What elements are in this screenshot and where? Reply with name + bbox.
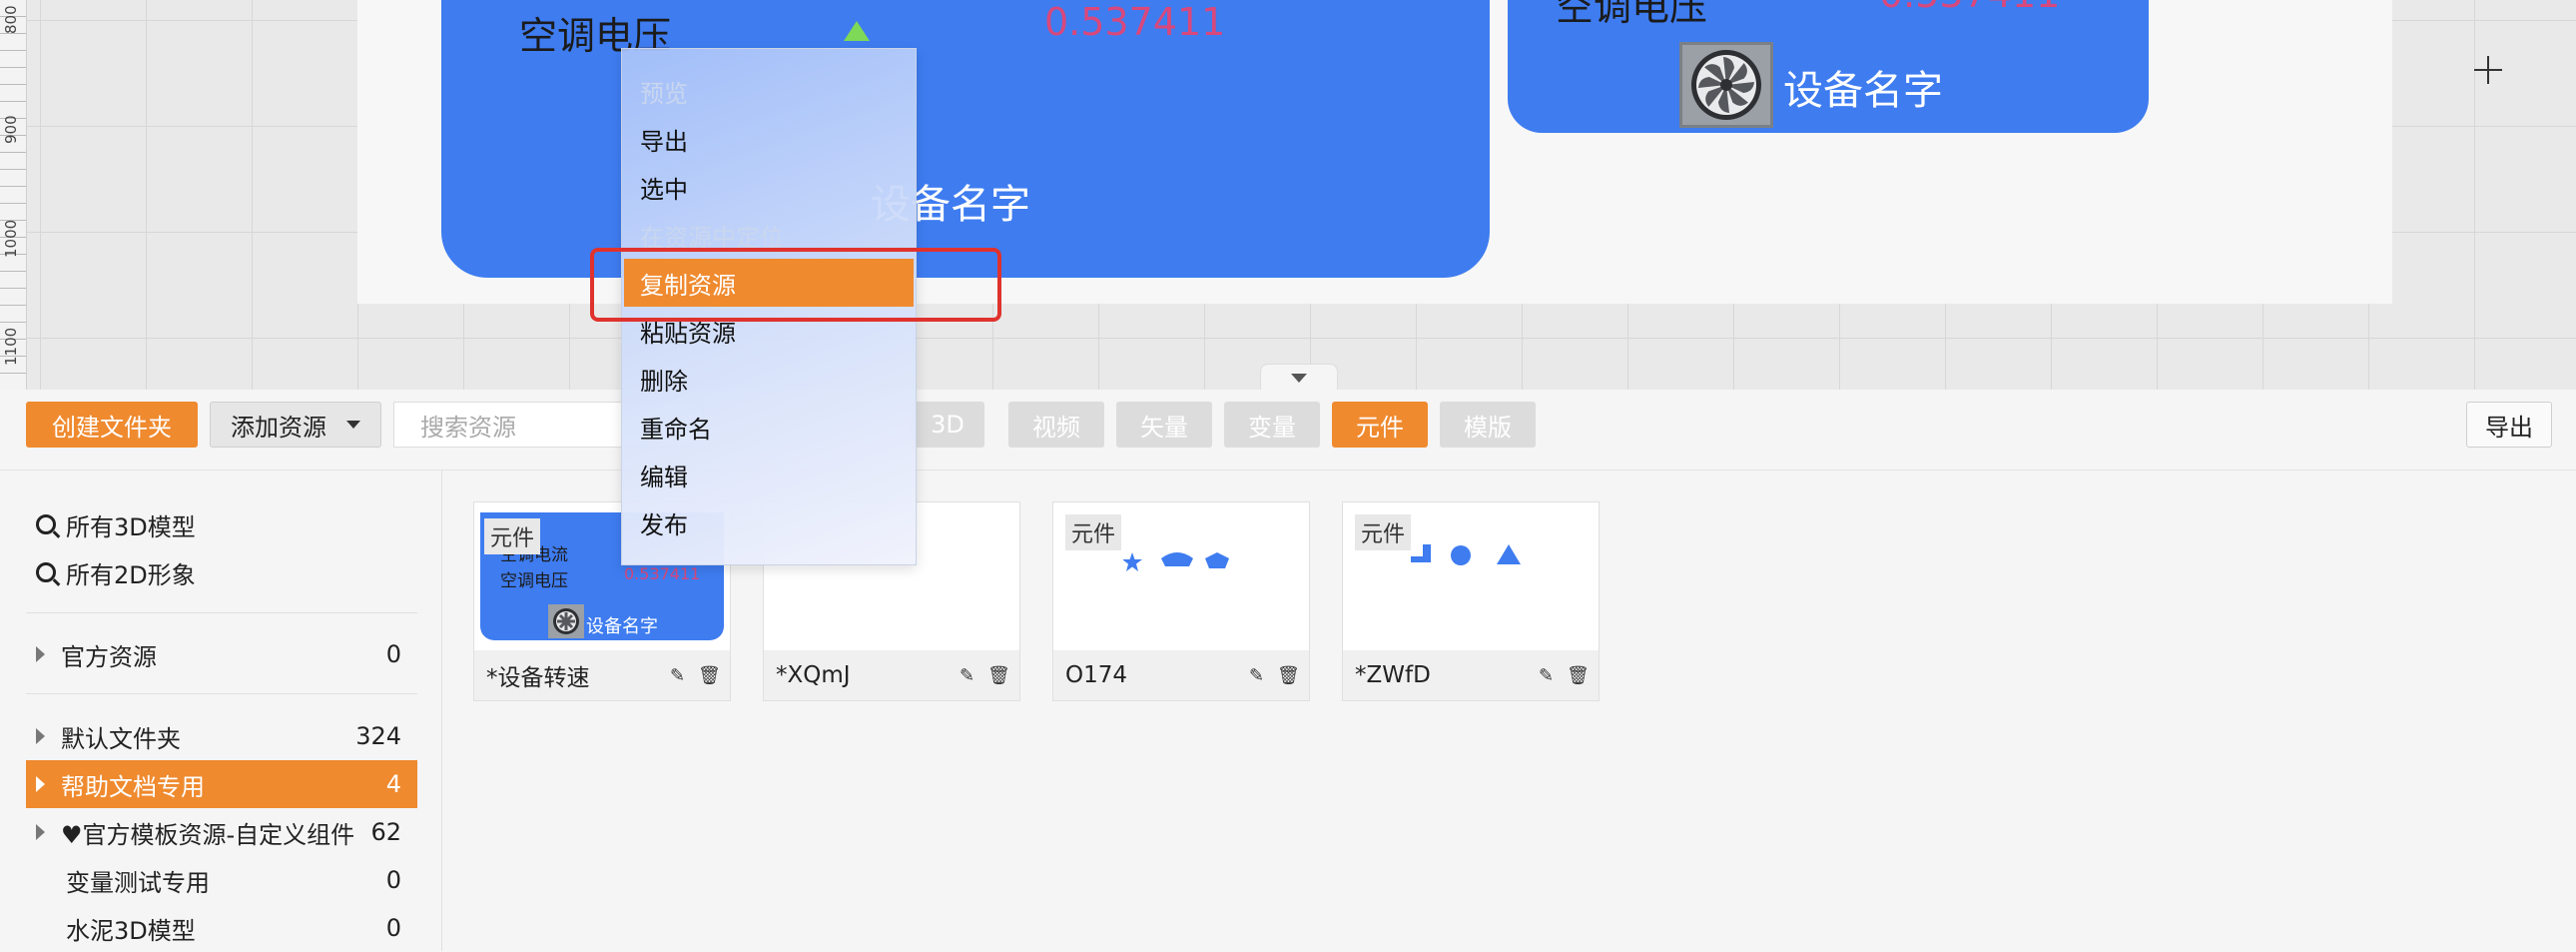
export-button[interactable]: 导出 [2466, 402, 2552, 448]
menu-item-rename[interactable]: 重命名 [640, 407, 712, 447]
folder-count: 324 [355, 722, 401, 750]
filter-3d[interactable]: 3D [911, 402, 984, 448]
component-tag: 元件 [1355, 514, 1412, 550]
trash-icon[interactable]: 🗑 [698, 665, 721, 686]
edit-pencil-icon[interactable]: ✎ [1539, 665, 1554, 686]
shapes-preview [1411, 544, 1521, 565]
asset-footer: *XQmJ ✎ 🗑 [764, 650, 1019, 700]
annotation-highlight-box [590, 248, 1001, 322]
asset-card[interactable]: 元件 *ZWfD ✎ 🗑 [1342, 501, 1600, 701]
edit-pencil-icon[interactable]: ✎ [1249, 665, 1264, 686]
resource-toolbar: 创建文件夹 添加资源 搜索资源 3D 视频 矢量 变量 元件 模版 导出 [0, 390, 2576, 471]
side-item-label: 水泥3D模型 [66, 916, 196, 945]
filter-template[interactable]: 模版 [1440, 402, 1536, 448]
folder-cement-3d[interactable]: 水泥3D模型 0 [26, 904, 417, 952]
ruler-tick: 900 [2, 115, 20, 144]
shapes-preview [1123, 552, 1229, 571]
folder-count: 4 [385, 770, 401, 798]
side-item-label: 所有3D模型 [66, 512, 196, 541]
edit-pencil-icon[interactable]: ✎ [670, 665, 685, 686]
menu-item-preview[interactable]: 预览 [640, 71, 688, 111]
voltage-value: 0.537411 [1044, 0, 1226, 44]
caret-right-icon [36, 646, 45, 662]
vertical-ruler: 800 900 1000 1100 [0, 0, 27, 390]
menu-item-edit[interactable]: 编辑 [640, 455, 688, 494]
divider [26, 612, 417, 613]
edit-pencil-icon[interactable]: ✎ [960, 665, 974, 686]
search-icon [36, 514, 56, 534]
device-name-label: 设备名字 [1783, 68, 1943, 114]
trash-icon[interactable]: 🗑 [1567, 665, 1590, 686]
all-2d-images[interactable]: 所有2D形象 [26, 548, 417, 596]
caret-right-icon [36, 824, 45, 840]
folder-count: 62 [370, 818, 401, 846]
chevron-down-icon [1291, 373, 1307, 383]
folder-help-docs[interactable]: 帮助文档专用 4 [26, 760, 417, 808]
asset-card[interactable]: 元件 O174 ✎ 🗑 [1052, 501, 1310, 701]
asset-footer: *ZWfD ✎ 🗑 [1343, 650, 1599, 700]
side-item-label: 帮助文档专用 [61, 772, 205, 801]
folder-default[interactable]: 默认文件夹 324 [26, 712, 417, 760]
asset-name: *XQmJ [776, 662, 851, 688]
create-folder-button[interactable]: 创建文件夹 [26, 402, 198, 448]
component-card-right[interactable]: 空调电压 0.537411 设备名字 [1508, 0, 2149, 133]
asset-name: *ZWfD [1355, 662, 1431, 688]
fan-icon [1679, 42, 1773, 128]
menu-item-export[interactable]: 导出 [640, 119, 688, 159]
preview-voltage-label: 空调电压 [500, 571, 568, 591]
ruler-tick: 800 [2, 5, 20, 34]
ruler-tick: 1100 [2, 327, 20, 366]
asset-footer: *设备转速 ✎ 🗑 [474, 650, 730, 700]
add-resource-dropdown[interactable]: 添加资源 [210, 402, 381, 448]
filter-video[interactable]: 视频 [1008, 402, 1104, 448]
asset-name: O174 [1065, 662, 1128, 688]
side-item-label: 官方资源 [61, 642, 157, 671]
menu-item-select[interactable]: 选中 [640, 167, 688, 207]
preview-device-name: 设备名字 [586, 616, 658, 637]
add-resource-label: 添加资源 [231, 413, 326, 442]
asset-thumbnail: 元件 [1053, 502, 1309, 650]
asset-thumbnail: 元件 [1343, 502, 1599, 650]
side-item-label: 默认文件夹 [61, 724, 181, 753]
folder-variable-test[interactable]: 变量测试专用 0 [26, 856, 417, 904]
caret-down-icon [346, 421, 360, 429]
crosshair-cursor-icon [2474, 56, 2502, 84]
trash-icon[interactable]: 🗑 [987, 665, 1010, 686]
side-item-label: 变量测试专用 [66, 868, 210, 897]
folder-sidebar: 所有3D模型 所有2D形象 官方资源 0 默认文件夹 324 帮助文档专用 4 … [0, 471, 442, 951]
side-item-label: ♥官方模板资源-自定义组件 [61, 820, 355, 849]
preview-voltage-value: 0.537411 [624, 564, 701, 583]
filter-variable[interactable]: 变量 [1224, 402, 1320, 448]
voltage-value: 0.537411 [1879, 0, 2060, 16]
caret-right-icon [36, 776, 45, 792]
caret-right-icon [36, 728, 45, 744]
folder-official[interactable]: 官方资源 0 [26, 630, 417, 678]
filter-vector[interactable]: 矢量 [1116, 402, 1212, 448]
component-tag: 元件 [1065, 514, 1122, 550]
trash-icon[interactable]: 🗑 [1277, 665, 1300, 686]
design-canvas[interactable]: 空调电压 0.537411 设备名字 空调电压 0.537411 [0, 0, 2576, 390]
filter-component[interactable]: 元件 [1332, 402, 1428, 448]
folder-count: 0 [385, 640, 401, 668]
divider [26, 693, 417, 694]
folder-official-templates[interactable]: ♥官方模板资源-自定义组件 62 [26, 808, 417, 856]
search-icon [36, 562, 56, 582]
voltage-label: 空调电压 [1556, 0, 1708, 29]
side-item-label: 所有2D形象 [66, 560, 196, 589]
menu-item-publish[interactable]: 发布 [640, 502, 688, 542]
ruler-tick: 1000 [2, 219, 20, 258]
up-trend-icon [844, 21, 870, 41]
component-card-left[interactable]: 空调电压 0.537411 设备名字 [441, 0, 1490, 278]
menu-item-delete[interactable]: 删除 [640, 359, 688, 399]
all-3d-models[interactable]: 所有3D模型 [26, 500, 417, 548]
component-tag: 元件 [484, 518, 541, 554]
fan-icon [548, 604, 584, 638]
asset-name: *设备转速 [486, 665, 590, 691]
asset-footer: O174 ✎ 🗑 [1053, 650, 1309, 700]
folder-count: 0 [385, 914, 401, 942]
folder-count: 0 [385, 866, 401, 894]
collapse-panel-button[interactable] [1260, 364, 1338, 390]
